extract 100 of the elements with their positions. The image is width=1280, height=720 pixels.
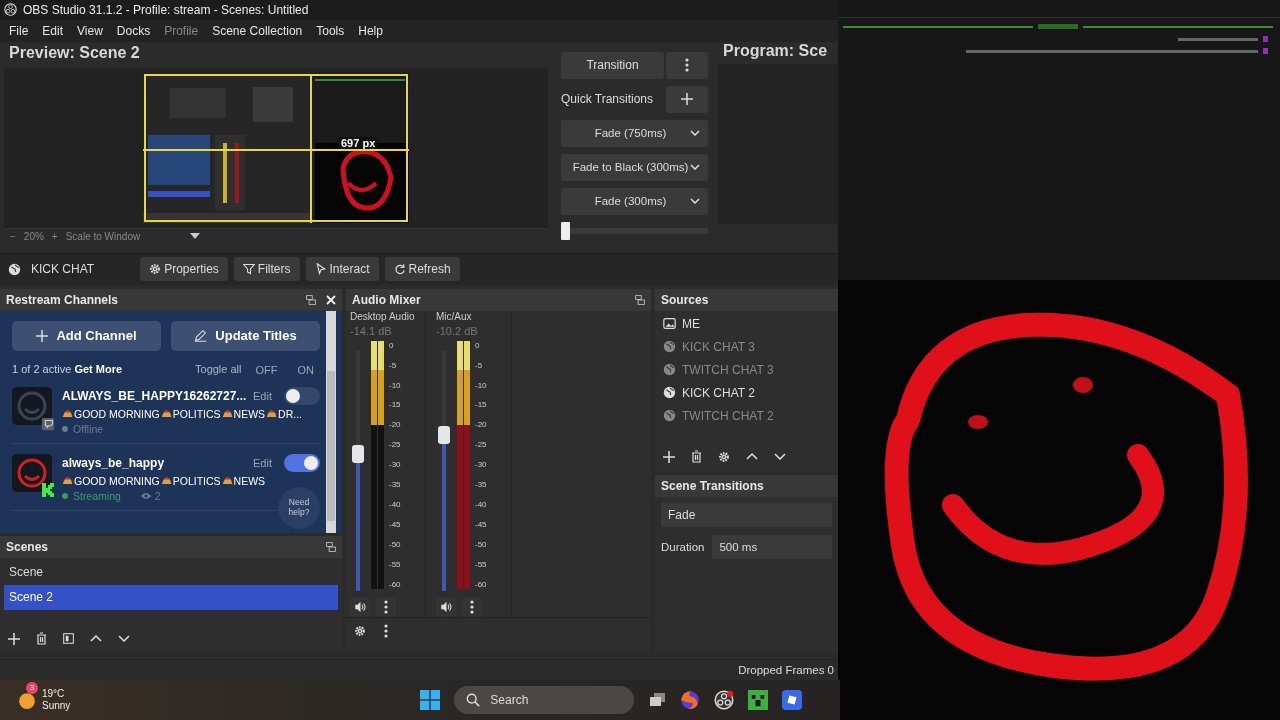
preview-title: Preview: Scene 2 — [8, 42, 141, 63]
square-app-icon — [782, 690, 803, 711]
zoom-out-button[interactable]: − — [10, 230, 16, 242]
mute-button[interactable] — [350, 596, 370, 617]
tick-label: -5 — [475, 360, 484, 370]
update-titles-button[interactable]: Update Titles — [171, 320, 320, 351]
duration-field[interactable]: 500 ms — [712, 534, 832, 559]
tick-label: -25 — [475, 440, 487, 450]
close-icon — [326, 294, 336, 305]
tick-label: -60 — [389, 579, 401, 589]
circle-logo-icon — [714, 690, 735, 711]
slider-thumb[interactable] — [438, 425, 450, 444]
scrollbar[interactable] — [326, 310, 336, 533]
title-text: GOOD MORNING — [74, 474, 160, 487]
tick-label: -45 — [389, 519, 401, 529]
menu-item[interactable]: Help — [351, 23, 390, 38]
menu-item[interactable]: File — [2, 23, 36, 38]
menu-item[interactable]: Docks — [109, 23, 158, 38]
volume-reading: -10.2 dB — [436, 324, 478, 337]
mute-button[interactable] — [436, 596, 456, 617]
viewer-count: 2 — [154, 489, 161, 502]
tick-label: 0 — [475, 340, 481, 350]
toolbar-button[interactable]: Refresh — [384, 257, 460, 282]
undock-icon — [306, 294, 316, 305]
channel-toggle[interactable] — [284, 386, 320, 405]
chevron-up-icon — [746, 453, 758, 461]
scene-item[interactable]: Scene 2 — [4, 584, 338, 610]
weather-icon — [18, 691, 36, 710]
notification-badge: 3 — [26, 681, 38, 694]
transition-dropdown[interactable]: Fade — [661, 502, 832, 527]
source-item[interactable]: KICK CHAT 3 — [663, 339, 830, 354]
more-icon — [685, 58, 689, 72]
source-item[interactable]: TWITCH CHAT 3 — [663, 362, 830, 377]
menu-item[interactable]: Scene Collection — [205, 23, 310, 38]
source-name: KICK CHAT — [31, 262, 95, 277]
source-item[interactable]: KICK CHAT 2 — [663, 385, 830, 400]
undock-icon — [635, 294, 645, 305]
title-text: POLITICS — [172, 474, 221, 487]
dock-title: Scene Transitions — [661, 478, 764, 493]
scene-item[interactable]: Scene — [4, 559, 338, 585]
pointer-icon — [314, 263, 327, 276]
browser-taskbar-icon[interactable] — [680, 690, 701, 711]
transition-dropdown[interactable]: Fade (750ms) — [561, 119, 708, 147]
status-dot — [62, 425, 68, 432]
search-field[interactable]: Search — [454, 686, 635, 715]
help-button[interactable]: Need help? — [278, 486, 320, 529]
channel-name: ALWAYS_BE_HAPPY16262727... — [62, 388, 247, 403]
emoji-icon — [266, 408, 278, 420]
channel-toggle[interactable] — [284, 453, 320, 472]
chevron-down-icon — [690, 130, 700, 136]
edit-link[interactable]: Edit — [247, 455, 278, 470]
scale-dropdown[interactable]: Scale to Window — [65, 230, 201, 242]
toolbar-button[interactable]: Interact — [305, 257, 379, 282]
toolbar-button[interactable]: Properties — [140, 257, 228, 282]
more-button[interactable] — [462, 596, 482, 617]
tick-label: -20 — [389, 420, 401, 430]
transition-dropdown[interactable]: Fade to Black (300ms) — [561, 153, 708, 181]
task-view-icon[interactable] — [648, 692, 667, 709]
app-taskbar-icon[interactable] — [782, 690, 803, 711]
transition-dropdown[interactable]: Fade (300ms) — [561, 187, 708, 215]
app-logo-icon — [4, 3, 17, 17]
trash-icon — [691, 450, 702, 464]
title-text: DR... — [278, 407, 303, 420]
game-taskbar-icon[interactable] — [748, 690, 769, 711]
toolbar-button[interactable]: Filters — [233, 257, 300, 282]
globe-icon — [663, 363, 676, 377]
slider-thumb[interactable] — [561, 221, 570, 240]
off-link[interactable]: OFF — [249, 362, 284, 377]
zoom-in-button[interactable]: + — [51, 230, 58, 242]
start-button[interactable] — [420, 690, 441, 711]
menu-item[interactable]: View — [70, 23, 110, 38]
slider-thumb[interactable] — [352, 444, 364, 463]
source-item[interactable]: ME — [663, 316, 830, 331]
channel-avatar-icon — [12, 386, 52, 425]
transition-button[interactable]: Transition — [561, 51, 664, 79]
chevron-down-icon — [690, 164, 700, 170]
tick-label: -10 — [475, 380, 487, 390]
chevron-down-icon — [118, 635, 130, 643]
source-item[interactable]: TWITCH CHAT 2 — [663, 408, 830, 423]
tick-label: -30 — [475, 460, 487, 470]
more-button[interactable] — [376, 596, 396, 617]
add-channel-button[interactable]: Add Channel — [12, 320, 161, 351]
dock-title: Sources — [661, 292, 709, 307]
image-icon — [663, 317, 676, 331]
channel-name: Desktop Audio — [350, 310, 415, 322]
get-more-link[interactable]: Get More — [74, 362, 123, 375]
tick-label: -60 — [475, 579, 487, 589]
menu-item[interactable]: Tools — [309, 23, 352, 38]
on-link[interactable]: ON — [291, 362, 320, 377]
edit-link[interactable]: Edit — [247, 388, 278, 403]
tick-label: -20 — [475, 420, 487, 430]
plus-icon — [663, 450, 675, 463]
chevron-down-icon — [774, 453, 786, 461]
globe-icon — [663, 409, 676, 423]
obs-taskbar-icon[interactable] — [714, 690, 735, 711]
chevron-up-icon — [90, 635, 102, 643]
add-button[interactable] — [666, 85, 708, 113]
tbar-slider[interactable] — [561, 221, 708, 240]
tick-label: -40 — [389, 499, 401, 509]
menu-item[interactable]: Edit — [35, 23, 71, 38]
